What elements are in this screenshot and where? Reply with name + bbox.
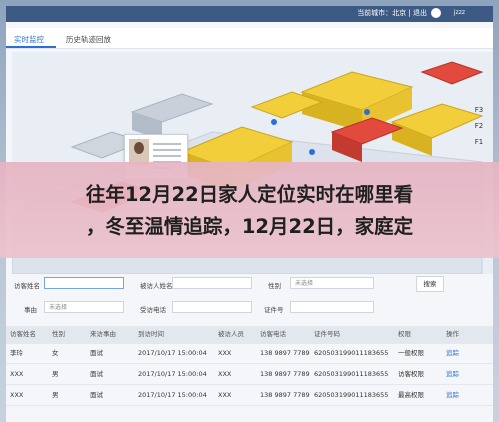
reason-label: 事由: [24, 306, 37, 314]
cell-reason: 面试: [90, 391, 103, 399]
visit-phone-label: 受访电话: [140, 306, 166, 314]
col-gender: 性别: [52, 330, 65, 338]
info-line: [153, 149, 181, 151]
tab-realtime-monitor[interactable]: 实时监控: [14, 34, 44, 45]
col-permission: 权限: [398, 330, 411, 338]
headline-banner: 往年12月22日家人定位实时在哪里看 ，冬至温情追踪，12月22日，家庭定: [0, 162, 499, 258]
active-tab-indicator: [6, 46, 56, 48]
tab-bar: 实时监控 历史轨迹回放: [6, 28, 493, 49]
cell-reason: 面试: [90, 370, 103, 378]
table-row: XXX 男 面试 2017/10/17 15:00:04 XXX 138 989…: [6, 385, 493, 406]
gender-label: 性别: [268, 282, 281, 290]
screenshot-frame: 当前城市：北京 | 退出 jzzz 实时监控 历史轨迹回放 F3 F2 F1 访…: [0, 0, 499, 422]
cell-time: 2017/10/17 15:00:04: [138, 349, 207, 357]
cell-time: 2017/10/17 15:00:04: [138, 391, 207, 399]
visit-phone-input[interactable]: [172, 301, 252, 313]
search-button[interactable]: 搜索: [416, 276, 444, 292]
cell-host: XXX: [218, 391, 232, 399]
cell-phone: 138 9897 7789: [260, 391, 310, 399]
top-bar: 当前城市：北京 | 退出 jzzz: [6, 6, 493, 22]
visitor-name-label: 访客姓名: [14, 282, 40, 290]
visitor-name-input[interactable]: [44, 277, 124, 289]
cell-permission: 一般权限: [398, 349, 424, 357]
col-host: 被访人员: [218, 330, 244, 338]
cell-phone: 138 9897 7789: [260, 370, 310, 378]
cell-id: 620503199011183655: [314, 391, 389, 399]
info-line: [153, 143, 181, 145]
table-row: 李玲 女 面试 2017/10/17 15:00:04 XXX 138 9897…: [6, 343, 493, 364]
cell-id: 620503199011183655: [314, 349, 389, 357]
cell-gender: 男: [52, 370, 59, 378]
cell-gender: 男: [52, 391, 59, 399]
col-phone: 访客电话: [260, 330, 286, 338]
table-header: 访客姓名 性别 来访事由 到访时间 被访人员 访客电话 证件号码 权限 操作: [6, 326, 493, 344]
cell-name: 李玲: [10, 349, 23, 357]
cell-time: 2017/10/17 15:00:04: [138, 370, 207, 378]
search-form: 访客姓名 被访人姓名 性别 未选择 搜索 事由 未选择 受访电话 证件号: [6, 268, 493, 323]
cell-permission: 访客权限: [398, 370, 424, 378]
id-input[interactable]: [290, 301, 374, 313]
floor-f3[interactable]: F3: [473, 102, 485, 118]
gender-select[interactable]: 未选择: [290, 277, 374, 289]
cell-host: XXX: [218, 349, 232, 357]
cell-permission: 最高权限: [398, 391, 424, 399]
col-id: 证件号码: [314, 330, 340, 338]
floor-f1[interactable]: F1: [473, 134, 485, 150]
tab-history-playback[interactable]: 历史轨迹回放: [66, 34, 111, 45]
info-line: [153, 155, 181, 157]
cell-gender: 女: [52, 349, 59, 357]
cell-name: XXX: [10, 391, 24, 399]
floor-f2[interactable]: F2: [473, 118, 485, 134]
col-visitor-name: 访客姓名: [10, 330, 36, 338]
track-link[interactable]: 追踪: [446, 385, 459, 405]
col-action: 操作: [446, 330, 459, 338]
topbar-info[interactable]: 当前城市：北京 | 退出: [357, 8, 427, 18]
col-reason: 来访事由: [90, 330, 116, 338]
track-link[interactable]: 追踪: [446, 364, 459, 384]
user-name[interactable]: jzzz: [454, 9, 465, 16]
cell-id: 620503199011183655: [314, 370, 389, 378]
track-link[interactable]: 追踪: [446, 343, 459, 363]
id-label: 证件号: [264, 306, 284, 314]
cell-phone: 138 9897 7789: [260, 349, 310, 357]
cell-host: XXX: [218, 370, 232, 378]
col-visit-time: 到访时间: [138, 330, 164, 338]
floor-selector[interactable]: F3 F2 F1: [473, 102, 485, 150]
headline-line-1: 往年12月22日家人定位实时在哪里看: [85, 183, 414, 206]
reason-select[interactable]: 未选择: [44, 301, 124, 313]
headline-line-2: ，冬至温情追踪，12月22日，家庭定: [85, 215, 414, 238]
table-row: XXX 男 面试 2017/10/17 15:00:04 XXX 138 989…: [6, 364, 493, 385]
visited-name-input[interactable]: [172, 277, 252, 289]
avatar[interactable]: [431, 8, 441, 18]
visited-name-label: 被访人姓名: [140, 282, 173, 290]
cell-reason: 面试: [90, 349, 103, 357]
cell-name: XXX: [10, 370, 24, 378]
